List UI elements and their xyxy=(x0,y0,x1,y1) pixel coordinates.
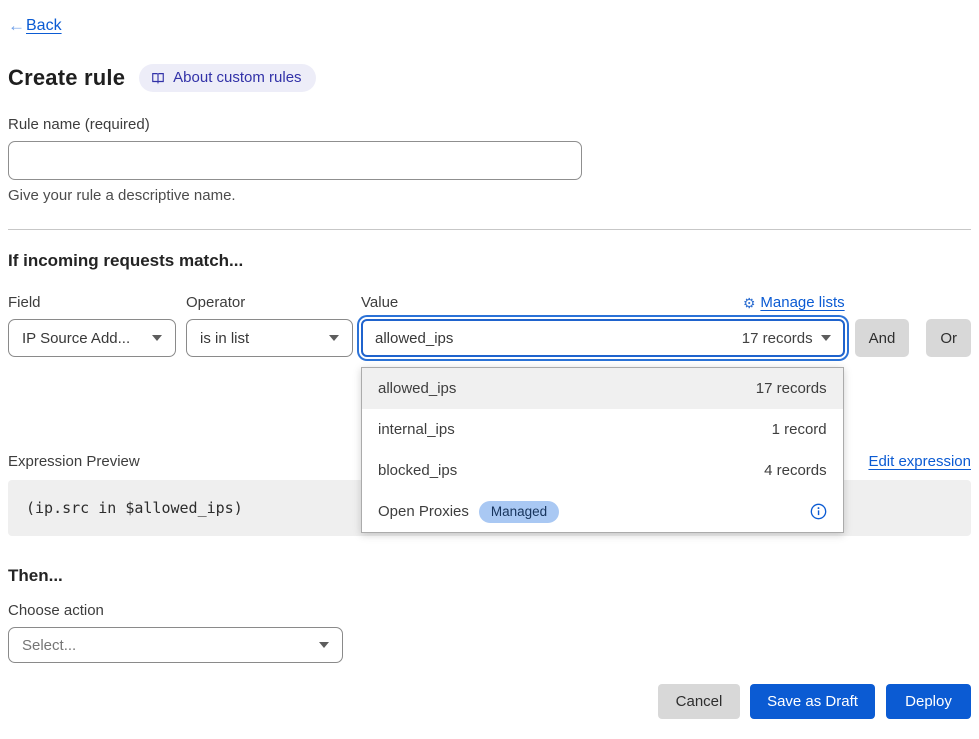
chevron-down-icon xyxy=(821,335,831,341)
field-select-value: IP Source Add... xyxy=(22,330,130,347)
list-name: blocked_ips xyxy=(378,462,457,479)
expression-code: (ip.src in $allowed_ips) xyxy=(26,499,243,517)
value-select-name: allowed_ips xyxy=(375,330,453,347)
expression-preview-label: Expression Preview xyxy=(8,453,140,470)
rule-name-label: Rule name (required) xyxy=(8,116,971,133)
rule-name-helper: Give your rule a descriptive name. xyxy=(8,187,971,204)
manage-lists-link[interactable]: ⚙ Manage lists xyxy=(743,294,845,311)
action-select-placeholder: Select... xyxy=(22,637,76,654)
value-dropdown-panel: allowed_ips 17 records internal_ips 1 re… xyxy=(361,367,844,533)
chevron-down-icon xyxy=(319,642,329,648)
choose-action-label: Choose action xyxy=(8,602,971,619)
back-link-label: Back xyxy=(26,17,62,35)
field-select[interactable]: IP Source Add... xyxy=(8,319,176,357)
gear-icon: ⚙ xyxy=(743,296,756,310)
book-icon xyxy=(151,71,165,85)
manage-lists-label: Manage lists xyxy=(760,294,844,311)
dropdown-item-allowed-ips[interactable]: allowed_ips 17 records xyxy=(362,368,843,409)
value-select[interactable]: allowed_ips 17 records xyxy=(361,319,845,357)
create-rule-page: ←Back Create rule About custom rules Rul… xyxy=(0,0,979,663)
dropdown-item-internal-ips[interactable]: internal_ips 1 record xyxy=(362,409,843,450)
info-icon[interactable] xyxy=(810,503,827,520)
page-title: Create rule xyxy=(8,65,125,91)
and-button[interactable]: And xyxy=(855,319,910,357)
or-button[interactable]: Or xyxy=(926,319,971,357)
list-name: Open Proxies xyxy=(378,503,469,520)
save-as-draft-button[interactable]: Save as Draft xyxy=(750,684,875,719)
footer-actions: Cancel Save as Draft Deploy xyxy=(658,684,971,719)
edit-expression-link[interactable]: Edit expression xyxy=(868,453,971,470)
operator-select[interactable]: is in list xyxy=(186,319,353,357)
value-label: Value xyxy=(361,294,398,311)
cancel-button[interactable]: Cancel xyxy=(658,684,740,719)
chevron-down-icon xyxy=(329,335,339,341)
chevron-down-icon xyxy=(152,335,162,341)
operator-label: Operator xyxy=(186,294,353,311)
about-custom-rules-label: About custom rules xyxy=(173,69,301,86)
list-record-count: 4 records xyxy=(764,462,827,479)
operator-select-value: is in list xyxy=(200,330,249,347)
about-custom-rules-link[interactable]: About custom rules xyxy=(139,64,315,92)
dropdown-item-open-proxies[interactable]: Open Proxies Managed xyxy=(362,491,843,532)
rule-name-input[interactable] xyxy=(8,141,582,180)
then-section-heading: Then... xyxy=(8,566,971,586)
dropdown-item-blocked-ips[interactable]: blocked_ips 4 records xyxy=(362,450,843,491)
value-select-count: 17 records xyxy=(742,330,813,347)
condition-row: Field IP Source Add... Operator is in li… xyxy=(8,294,971,357)
match-section-heading: If incoming requests match... xyxy=(8,251,971,271)
list-record-count: 17 records xyxy=(756,380,827,397)
back-link[interactable]: ←Back xyxy=(8,16,62,36)
section-divider xyxy=(8,229,971,230)
list-name: allowed_ips xyxy=(378,380,456,397)
list-record-count: 1 record xyxy=(772,421,827,438)
managed-badge: Managed xyxy=(479,501,559,523)
back-arrow-icon: ← xyxy=(8,16,25,36)
deploy-button[interactable]: Deploy xyxy=(886,684,971,719)
field-label: Field xyxy=(8,294,176,311)
action-select[interactable]: Select... xyxy=(8,627,343,663)
list-name: internal_ips xyxy=(378,421,455,438)
